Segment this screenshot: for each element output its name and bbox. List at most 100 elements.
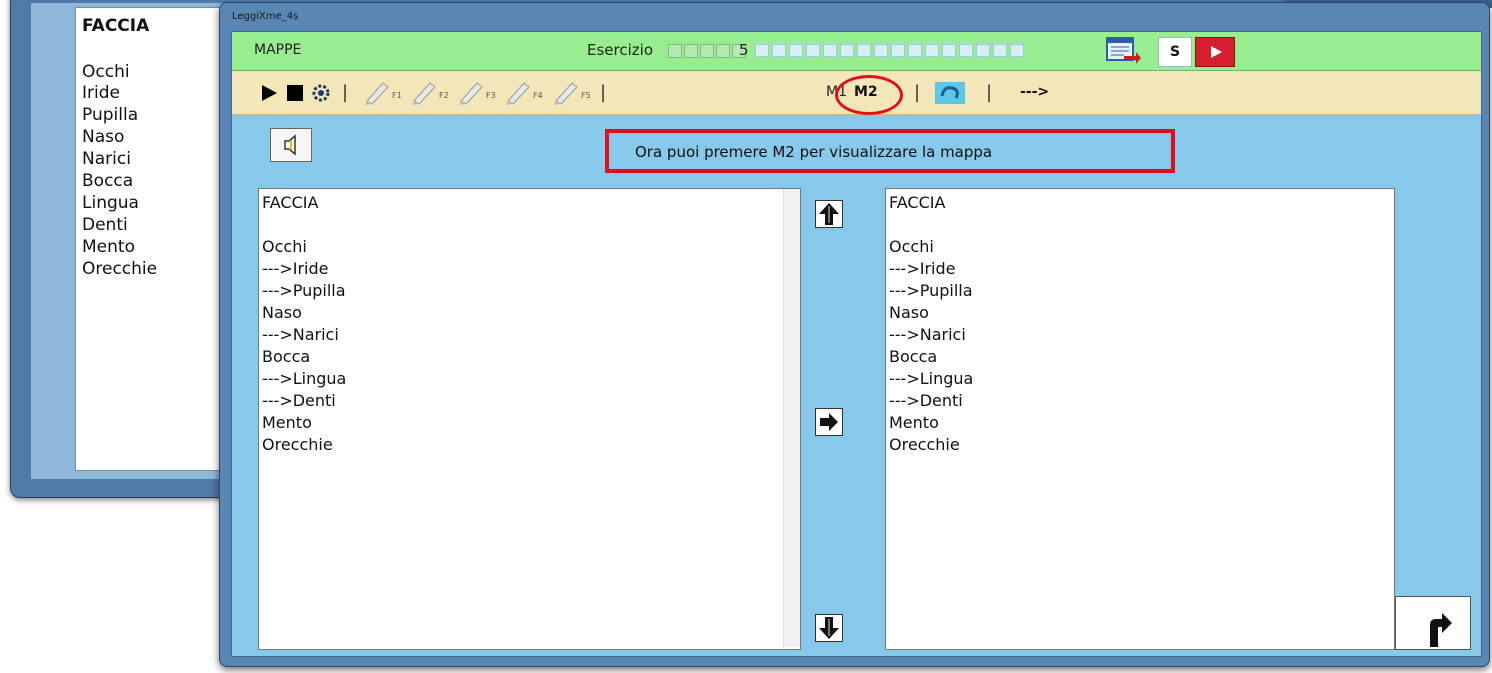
progress-segment: [772, 44, 786, 57]
stop-icon[interactable]: [287, 71, 303, 114]
progress-segment: [806, 44, 820, 57]
s-button[interactable]: S: [1158, 37, 1192, 67]
list-item: Pupilla: [82, 105, 139, 125]
window-content: MAPPE Esercizio 5 S | F1 F2 F3 F4 F5 | M…: [231, 31, 1482, 657]
toolbar: | F1 F2 F3 F4 F5 | M1 M2 | | --->: [232, 71, 1481, 115]
list-item: --->Narici: [262, 325, 339, 344]
arrow-up-icon: [819, 203, 839, 225]
list-item: Bocca: [889, 347, 938, 366]
exercise-check[interactable]: [716, 44, 730, 58]
list-item: --->Pupilla: [889, 281, 973, 300]
progress-segment: [925, 44, 939, 57]
list-item: --->Pupilla: [262, 281, 346, 300]
exercise-checkboxes: [668, 44, 746, 58]
progress-segment: [789, 44, 803, 57]
progress-segment: [755, 44, 769, 57]
speaker-button[interactable]: [270, 128, 312, 162]
f4-label: F4: [533, 91, 543, 100]
pencil-icon[interactable]: [363, 79, 391, 105]
map-icon[interactable]: [934, 71, 966, 114]
exercise-check[interactable]: [684, 44, 698, 58]
list-item: Orecchie: [262, 435, 333, 454]
f1-label: F1: [392, 91, 402, 100]
toolbar-separator: |: [600, 82, 607, 103]
progress-segment: [874, 44, 888, 57]
instruction-message: Ora puoi premere M2 per visualizzare la …: [635, 143, 993, 161]
exercise-number: 5: [739, 41, 749, 59]
source-text-box[interactable]: FACCIA Occhi --->Iride --->Pupilla Naso …: [258, 188, 801, 650]
toolbar-separator: |: [986, 82, 993, 103]
next-arrow-button[interactable]: --->: [1020, 84, 1049, 100]
section-title: MAPPE: [254, 42, 302, 58]
play-exercise-button[interactable]: [1195, 37, 1235, 67]
list-item: --->Lingua: [889, 369, 974, 388]
progress-segment: [908, 44, 922, 57]
leggixme-window[interactable]: LeggiXme_4s MAPPE Esercizio 5 S | F1 F2 …: [219, 2, 1490, 667]
toolbar-separator: |: [342, 82, 349, 103]
m2-button[interactable]: M2: [854, 84, 878, 100]
exercise-progress: [755, 44, 1024, 57]
list-item: Bocca: [82, 171, 134, 191]
progress-segment: [891, 44, 905, 57]
list-item: --->Iride: [262, 259, 329, 278]
pencil-icon[interactable]: [410, 79, 438, 105]
move-up-button[interactable]: [815, 200, 843, 228]
exercise-label: Esercizio: [587, 41, 653, 59]
progress-segment: [840, 44, 854, 57]
list-item: --->Narici: [889, 325, 966, 344]
pencil-icon[interactable]: [552, 79, 580, 105]
exit-icon[interactable]: [1104, 36, 1144, 66]
list-item: Denti: [82, 215, 128, 235]
list-item: Narici: [82, 149, 131, 169]
list-item: Orecchie: [889, 435, 960, 454]
list-item: FACCIA: [889, 193, 946, 212]
exercise-check[interactable]: [668, 44, 682, 58]
f3-label: F3: [486, 91, 496, 100]
list-item: Mento: [82, 237, 135, 257]
window-title: LeggiXme_4s: [232, 11, 299, 22]
map-text-box[interactable]: FACCIA Occhi --->Iride --->Pupilla Naso …: [885, 188, 1395, 650]
list-item: Occhi: [262, 237, 307, 256]
list-item: FACCIA: [82, 16, 150, 36]
list-item: Orecchie: [82, 259, 158, 279]
scrollbar[interactable]: [783, 189, 800, 647]
list-item: Naso: [262, 303, 302, 322]
settings-icon[interactable]: [310, 71, 332, 114]
pencil-icon[interactable]: [504, 79, 532, 105]
list-item: Occhi: [889, 237, 934, 256]
list-item: Naso: [889, 303, 929, 322]
toolbar-separator: |: [914, 82, 921, 103]
progress-segment: [942, 44, 956, 57]
return-arrow-icon: [1430, 613, 1452, 647]
f2-label: F2: [439, 91, 449, 100]
arrow-right-icon: [820, 413, 838, 431]
pencil-icon[interactable]: [457, 79, 485, 105]
list-item: Mento: [262, 413, 312, 432]
play-icon[interactable]: [260, 71, 278, 114]
progress-segment: [1010, 44, 1024, 57]
speaker-icon: [284, 134, 296, 156]
list-item: Naso: [82, 127, 125, 147]
list-item: FACCIA: [262, 193, 319, 212]
list-item: Lingua: [82, 193, 139, 213]
top-bar: MAPPE Esercizio 5 S: [232, 32, 1481, 71]
list-item: --->Lingua: [262, 369, 347, 388]
copy-right-button[interactable]: [815, 408, 843, 436]
progress-segment: [976, 44, 990, 57]
move-down-button[interactable]: [815, 614, 843, 642]
list-item: Mento: [889, 413, 939, 432]
list-item: Bocca: [262, 347, 311, 366]
progress-segment: [823, 44, 837, 57]
progress-segment: [959, 44, 973, 57]
list-item: --->Denti: [262, 391, 336, 410]
arrow-down-icon: [819, 617, 839, 639]
f5-label: F5: [581, 91, 591, 100]
list-item: Iride: [82, 83, 120, 103]
list-item: Occhi: [82, 62, 130, 82]
return-button[interactable]: [1395, 596, 1471, 650]
progress-segment: [993, 44, 1007, 57]
list-item: --->Iride: [889, 259, 956, 278]
exercise-check[interactable]: [700, 44, 714, 58]
progress-segment: [857, 44, 871, 57]
list-item: --->Denti: [889, 391, 963, 410]
